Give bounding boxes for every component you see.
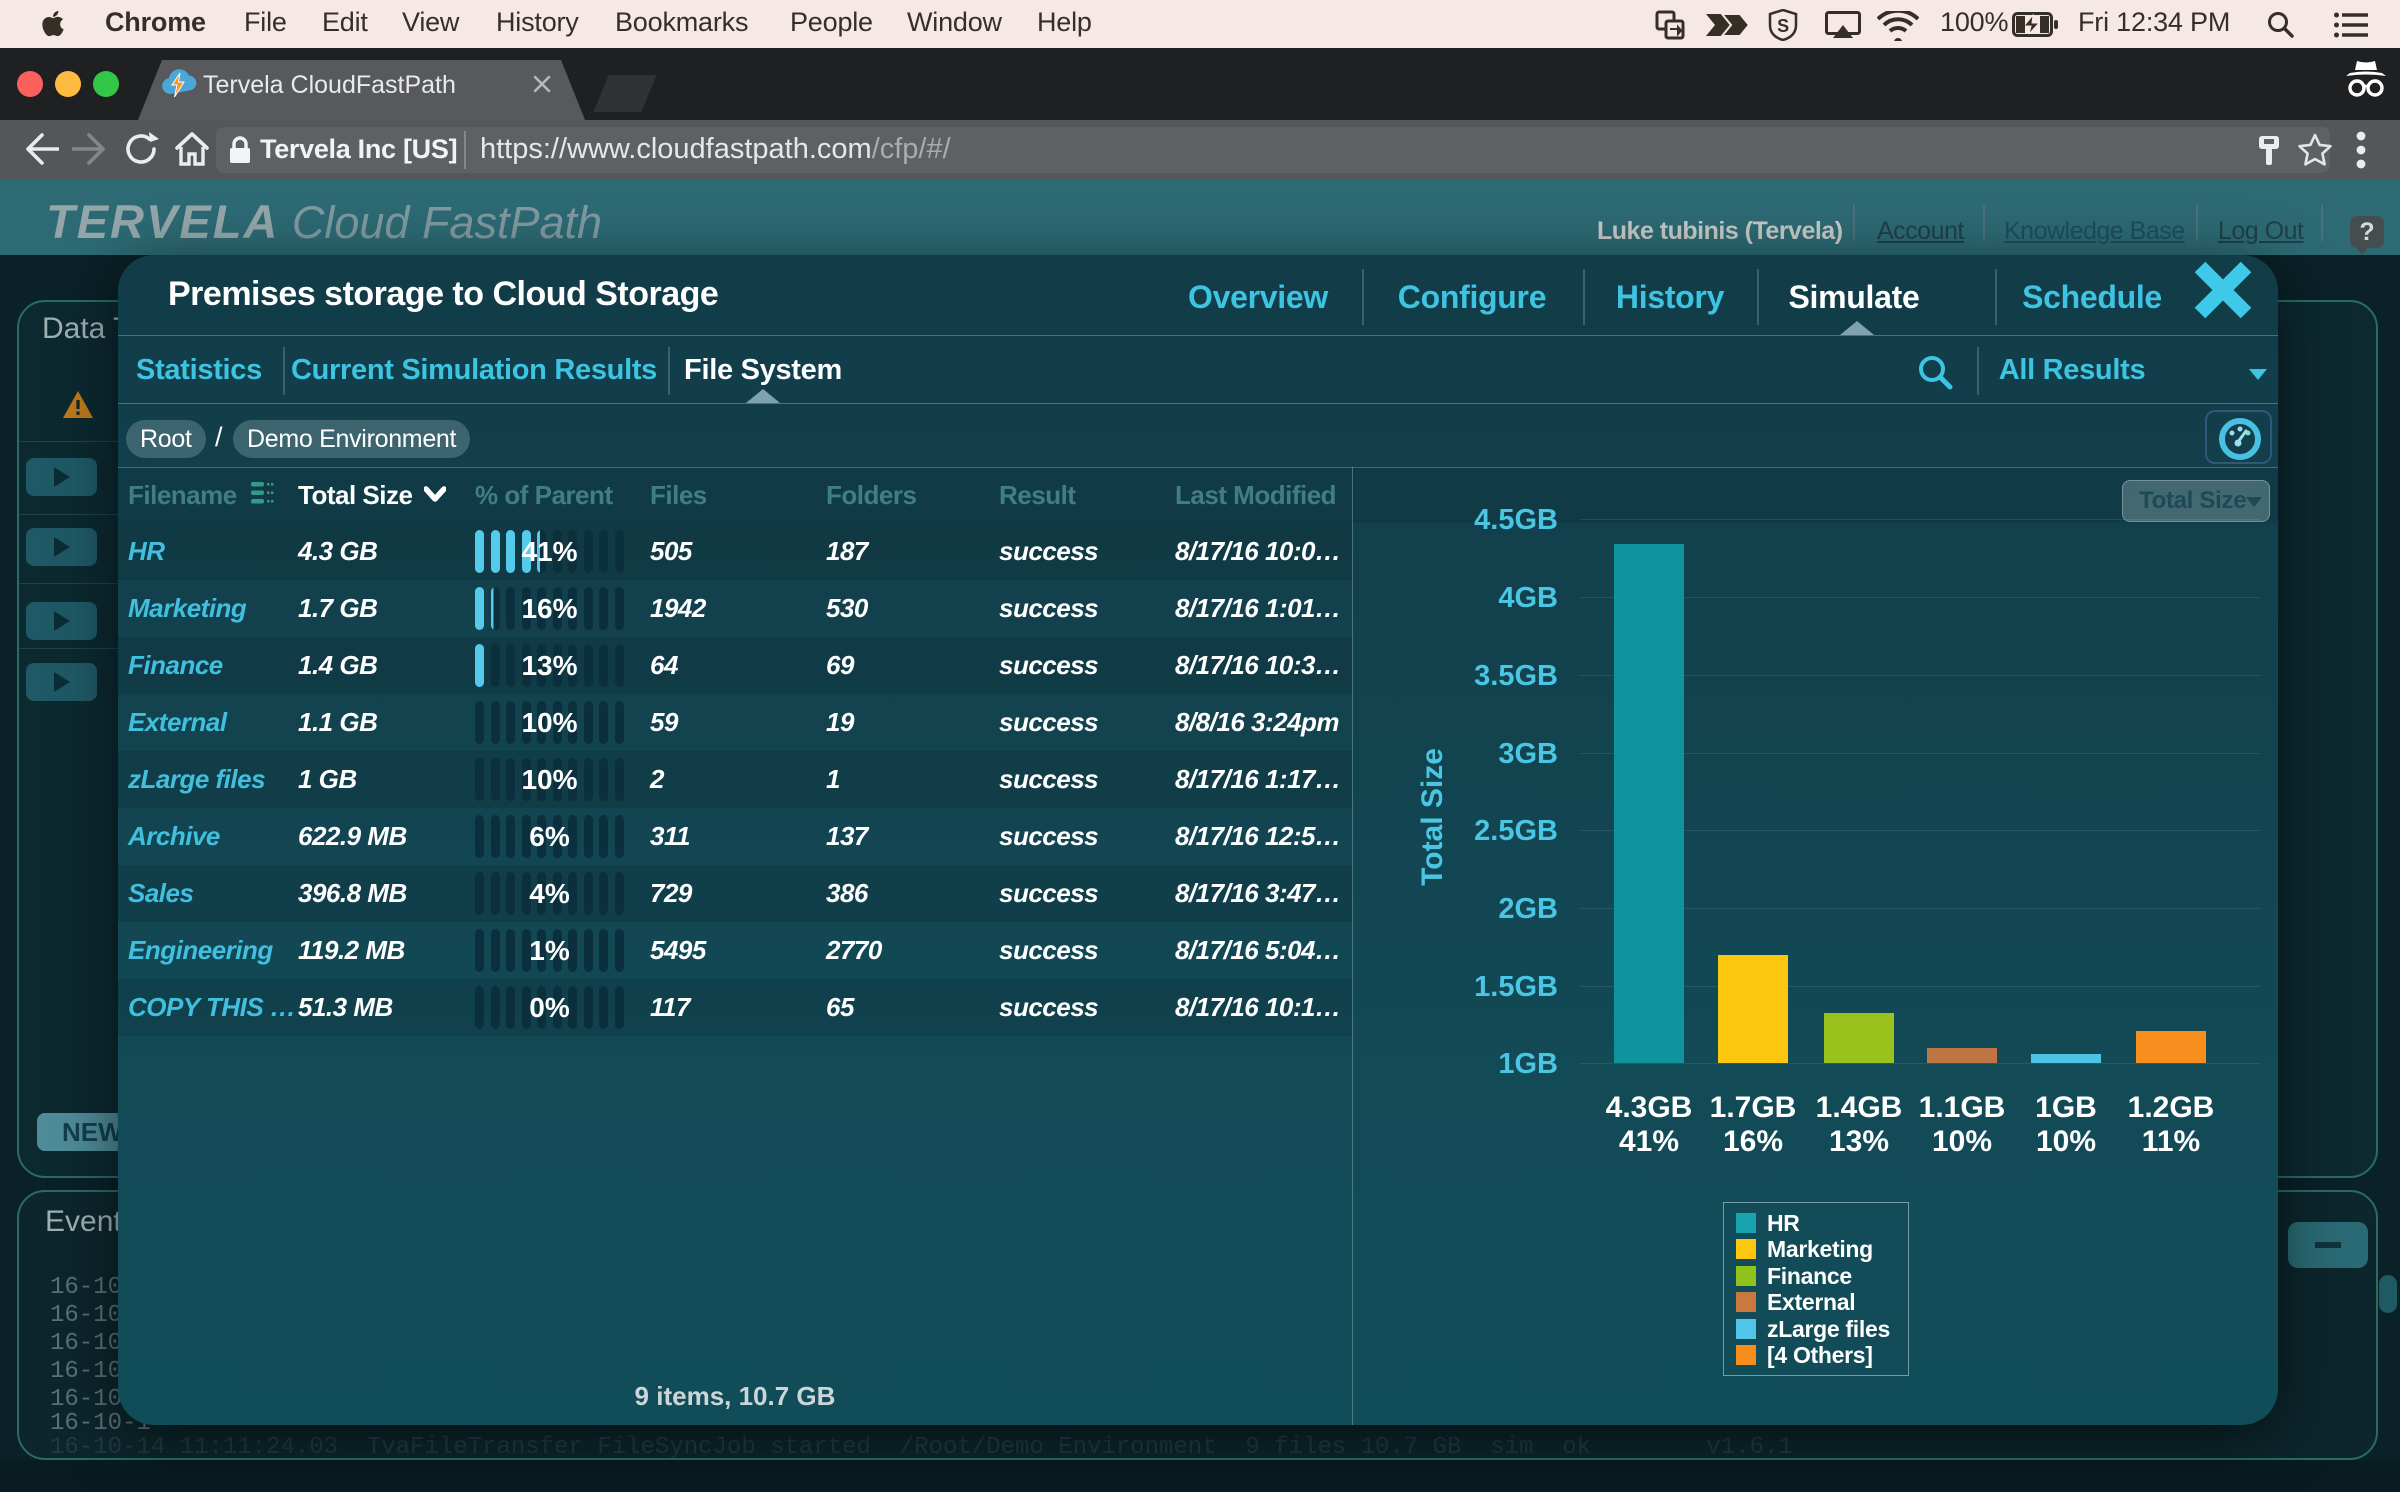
svg-text:S: S	[1777, 16, 1789, 36]
